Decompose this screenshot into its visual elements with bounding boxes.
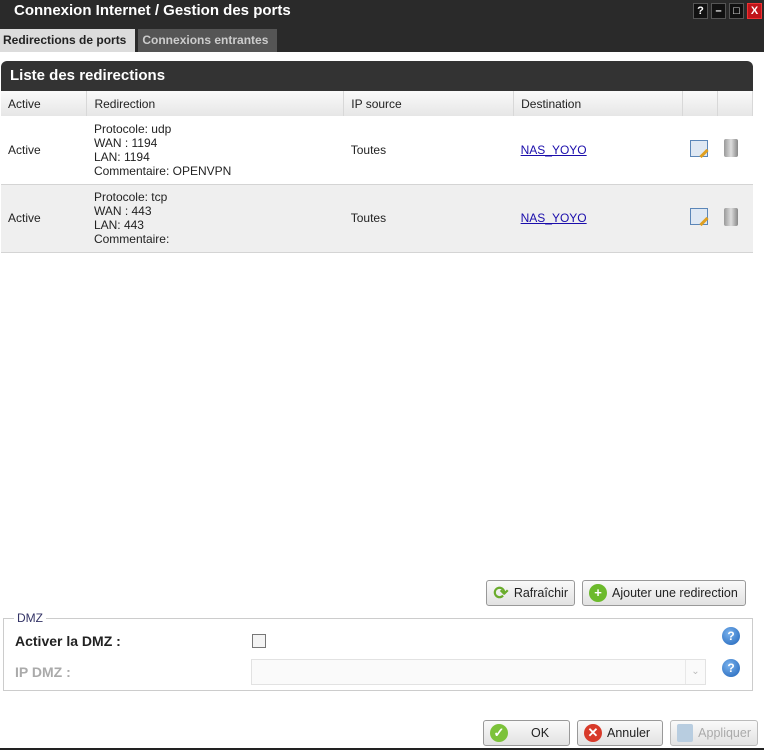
col-ip-source[interactable]: IP source: [343, 91, 515, 116]
dmz-ip-label: IP DMZ :: [15, 664, 71, 680]
col-active[interactable]: Active: [1, 91, 88, 116]
dmz-legend: DMZ: [17, 611, 43, 625]
tab-bar: Redirections de ports Connexions entrant…: [0, 24, 764, 52]
dmz-checkbox[interactable]: [252, 634, 266, 648]
redirections-table: Active Redirection IP source Destination…: [1, 91, 754, 253]
destination-link[interactable]: NAS_YOYO: [521, 143, 587, 157]
trash-icon[interactable]: [724, 207, 739, 226]
apply-button[interactable]: Appliquer: [670, 720, 758, 746]
table-row: Active Protocole: tcp WAN : 443 LAN: 443…: [1, 184, 753, 253]
add-redirection-button[interactable]: + Ajouter une redirection: [582, 580, 746, 606]
edit-icon[interactable]: [689, 208, 708, 225]
dmz-ip-select[interactable]: ⌄: [251, 659, 706, 685]
col-delete: [717, 91, 754, 116]
wan-port: WAN : 443: [93, 204, 152, 218]
dmz-enable-label: Activer la DMZ :: [15, 633, 121, 649]
wan-port: WAN : 1194: [93, 135, 158, 150]
trash-icon[interactable]: [724, 139, 739, 158]
refresh-label: Rafraîchir: [513, 586, 568, 600]
active-cell: Active: [1, 116, 87, 185]
add-label: Ajouter une redirection: [612, 586, 738, 600]
destination-link[interactable]: NAS_YOYO: [521, 211, 587, 225]
ok-label: OK: [531, 726, 550, 740]
refresh-button[interactable]: ⟳ Rafraîchir: [486, 580, 575, 606]
lan-port: LAN: 1194: [93, 149, 150, 164]
redirections-panel: Liste des redirections Active Redirectio…: [1, 61, 754, 253]
ip-source-cell: Toutes: [343, 184, 514, 253]
window-title: Connexion Internet / Gestion des ports: [14, 2, 291, 19]
col-destination[interactable]: Destination: [513, 91, 683, 116]
comment: Commentaire: OPENVPN: [93, 163, 232, 178]
save-icon: [677, 724, 694, 742]
table-row: Active Protocole: udp WAN : 1194 LAN: 11…: [1, 116, 753, 185]
help-icon[interactable]: ?: [722, 659, 740, 677]
redirection-cell: Protocole: tcp WAN : 443 LAN: 443 Commen…: [86, 184, 344, 253]
active-cell: Active: [1, 184, 87, 253]
comment: Commentaire:: [93, 232, 170, 246]
protocol: Protocole: tcp: [93, 190, 168, 204]
refresh-icon: ⟳: [493, 583, 509, 603]
cancel-icon: ✕: [584, 724, 602, 742]
cancel-button[interactable]: ✕ Annuler: [577, 720, 663, 746]
ip-source-cell: Toutes: [343, 116, 514, 185]
chevron-down-icon: ⌄: [685, 660, 705, 684]
check-icon: ✓: [490, 724, 508, 742]
minimize-button[interactable]: –: [711, 3, 726, 19]
edit-icon[interactable]: [689, 139, 708, 157]
tab-redirections[interactable]: Redirections de ports: [0, 29, 136, 52]
redirection-cell: Protocole: udp WAN : 1194 LAN: 1194 Comm…: [86, 116, 344, 185]
protocol: Protocole: udp: [93, 121, 172, 136]
apply-label: Appliquer: [698, 726, 751, 740]
tab-connexions-entrantes[interactable]: Connexions entrantes: [138, 29, 278, 52]
help-button[interactable]: ?: [693, 3, 708, 19]
panel-title: Liste des redirections: [1, 61, 753, 91]
help-icon[interactable]: ?: [722, 627, 740, 645]
col-edit: [682, 91, 718, 116]
plus-icon: +: [589, 584, 607, 602]
col-redirection[interactable]: Redirection: [86, 91, 345, 116]
window-titlebar: Connexion Internet / Gestion des ports ?…: [0, 0, 764, 24]
cancel-label: Annuler: [607, 726, 651, 740]
ok-button[interactable]: ✓ OK: [483, 720, 570, 746]
lan-port: LAN: 443: [93, 218, 144, 232]
close-button[interactable]: X: [747, 3, 762, 19]
maximize-button[interactable]: □: [729, 3, 744, 19]
